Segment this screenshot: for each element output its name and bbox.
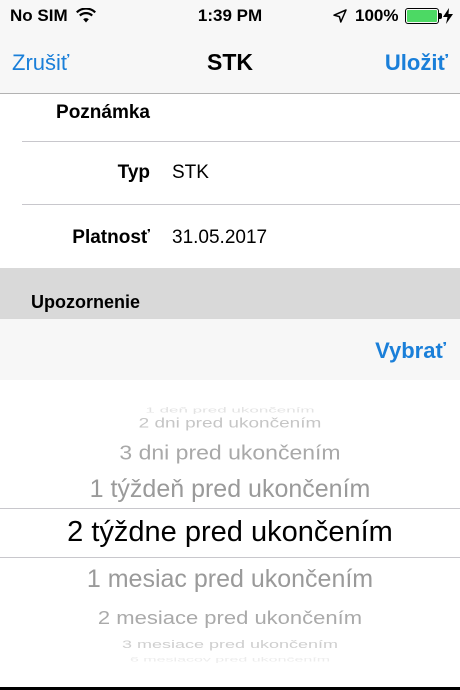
picker-option[interactable]: 2 mesiace pred ukončením <box>0 607 460 629</box>
battery-icon <box>405 8 442 24</box>
validity-value: 31.05.2017 <box>172 227 268 248</box>
detail-form: Poznámka Typ STK Platnosť 31.05.2017 <box>0 94 460 268</box>
location-arrow-icon <box>333 9 347 23</box>
type-label: Typ <box>117 162 150 183</box>
alert-row[interactable]: Upozornenie <box>0 268 460 318</box>
picker-option[interactable]: 1 mesiac pred ukončením <box>0 565 460 594</box>
charging-bolt-icon <box>443 8 453 24</box>
alert-label: Upozornenie <box>31 292 141 312</box>
note-row[interactable]: Poznámka <box>0 94 460 142</box>
validity-label: Platnosť <box>72 227 150 248</box>
status-bar: No SIM 1:39 PM 100% <box>0 0 460 32</box>
picker-option[interactable]: 6 mesiacov pred ukončením <box>0 656 460 663</box>
picker-option-selected[interactable]: 2 týždne pred ukončením <box>0 516 460 549</box>
picker-option[interactable]: 3 dni pred ukončením <box>0 440 460 464</box>
navigation-bar: Zrušiť STK Uložiť <box>0 32 460 94</box>
picker-toolbar: Vybrať <box>0 318 460 380</box>
validity-row[interactable]: Platnosť 31.05.2017 <box>0 205 460 268</box>
picker-option[interactable]: 1 deň pred ukončením <box>0 406 460 415</box>
alert-picker[interactable]: 1 deň pred ukončením 2 dni pred ukončení… <box>0 380 460 690</box>
note-label: Poznámka <box>56 102 150 123</box>
picker-option[interactable]: 3 mesiace pred ukončením <box>0 638 460 651</box>
type-value: STK <box>172 162 209 183</box>
select-button[interactable]: Vybrať <box>375 338 446 364</box>
type-row[interactable]: Typ STK <box>0 142 460 205</box>
save-button[interactable]: Uložiť <box>385 50 448 76</box>
picker-option[interactable]: 2 dni pred ukončením <box>0 416 460 432</box>
picker-option[interactable]: 1 týždeň pred ukončením <box>0 475 460 504</box>
battery-percent: 100% <box>355 6 399 25</box>
